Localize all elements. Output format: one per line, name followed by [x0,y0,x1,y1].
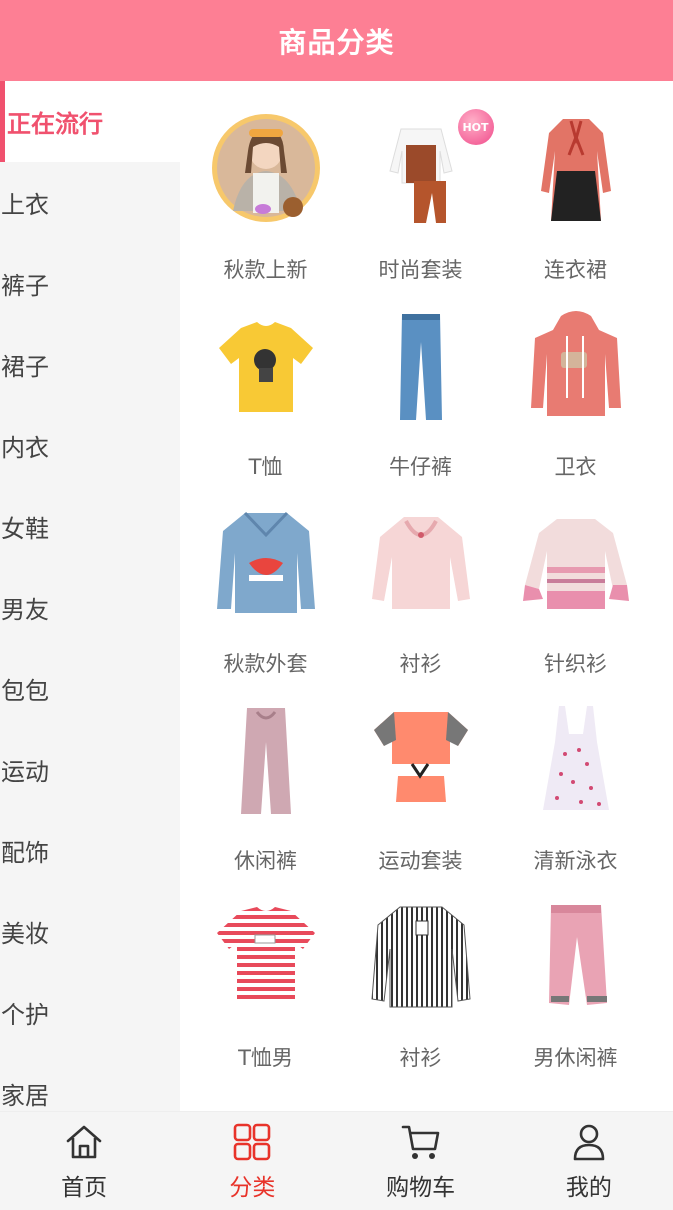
sidebar-item-tops[interactable]: 上衣 [0,162,180,243]
sport-set-image [366,702,476,817]
sidebar-item-label: 内衣 [1,434,49,462]
user-icon [573,1124,605,1161]
sidebar-item-personal-care[interactable]: 个护 [0,972,180,1053]
grid-item-label: 衬衫 [399,652,442,676]
tab-label: 分类 [229,1175,276,1201]
hot-badge: HOT [457,109,494,145]
grid-item-label: 针织衫 [544,652,607,676]
grid-item-label: 衬衫 [399,1046,442,1070]
sidebar-item-boyfriend[interactable]: 男友 [0,567,180,648]
tab-label: 首页 [61,1175,108,1201]
sidebar-item-accessories[interactable]: 配饰 [0,810,180,891]
knit-sweater-image [521,505,631,620]
striped-shirt-image [366,899,476,1014]
grid-item-label: 清新泳衣 [533,849,618,873]
category-icon [234,1123,271,1161]
sidebar-item-skirts[interactable]: 裙子 [0,324,180,405]
grid-item[interactable]: T恤 [188,308,343,505]
sidebar-item-label: 家居 [1,1082,49,1110]
subcategory-grid: 秋款上新 HOT 时尚套装 连衣裙 T恤 牛仔裤 卫衣 秋款外套 衬衫 针织衫 … [188,109,658,1096]
sidebar-item-label: 个护 [1,1001,49,1029]
sidebar-item-label: 运动 [1,758,49,786]
grid-item[interactable]: 衬衫 [343,505,498,702]
tab-home[interactable]: 首页 [0,1112,168,1210]
sidebar-item-label: 上衣 [1,191,49,219]
grid-item[interactable]: HOT 时尚套装 [343,109,498,308]
page-header: 商品分类 [0,0,673,81]
tab-label: 我的 [565,1175,612,1201]
dress-image [521,111,631,226]
cart-icon [401,1125,439,1159]
sidebar-item-home[interactable]: 家居 [0,1053,180,1111]
grid-item[interactable]: 针织衫 [498,505,653,702]
grid-item[interactable]: 运动套装 [343,702,498,899]
grid-item[interactable]: 清新泳衣 [498,702,653,899]
grid-item-label: 连衣裙 [544,258,607,282]
sidebar-item-womens-shoes[interactable]: 女鞋 [0,486,180,567]
girl-portrait-image [211,111,321,226]
grid-item[interactable]: 衬衫 [343,899,498,1096]
striped-tshirt-image [211,899,321,1014]
sidebar-item-label: 配饰 [1,839,49,867]
page-title: 商品分类 [278,25,395,59]
grid-item[interactable]: 卫衣 [498,308,653,505]
grid-item[interactable]: 牛仔裤 [343,308,498,505]
grid-item-label: T恤 [248,455,283,479]
sidebar-item-makeup[interactable]: 美妆 [0,891,180,972]
grid-item[interactable]: 秋款外套 [188,505,343,702]
sidebar-item-label: 女鞋 [1,515,49,543]
sidebar-item-sports[interactable]: 运动 [0,729,180,810]
sidebar-item-label: 男友 [1,596,49,624]
sidebar-item-label: 正在流行 [7,110,103,138]
grid-item-label: 秋款上新 [223,258,308,282]
grid-item-label: 牛仔裤 [389,455,452,479]
sidebar-item-trending[interactable]: 正在流行 [0,81,180,162]
category-content[interactable]: 秋款上新 HOT 时尚套装 连衣裙 T恤 牛仔裤 卫衣 秋款外套 衬衫 针织衫 … [180,81,673,1111]
denim-jacket-image [211,505,321,620]
casual-pants-image [211,702,321,817]
grid-item-label: 时尚套装 [378,258,463,282]
grid-item[interactable]: 休闲裤 [188,702,343,899]
sidebar-item-bags[interactable]: 包包 [0,648,180,729]
grid-item[interactable]: T恤男 [188,899,343,1096]
hoodie-image [521,308,631,423]
mens-pants-image [521,899,631,1014]
sidebar-item-label: 美妆 [1,920,49,948]
sidebar-item-underwear[interactable]: 内衣 [0,405,180,486]
grid-item-label: 运动套装 [378,849,463,873]
sidebar-item-pants[interactable]: 裤子 [0,243,180,324]
grid-item-label: 男休闲裤 [533,1046,618,1070]
sidebar-item-label: 裤子 [1,272,49,300]
tab-cart[interactable]: 购物车 [337,1112,505,1210]
sidebar-item-label: 包包 [1,677,49,705]
pink-blouse-image [366,505,476,620]
category-sidebar[interactable]: 正在流行 上衣 裤子 裙子 内衣 女鞋 男友 包包 运动 配饰 美妆 个护 家居 [0,81,180,1111]
tab-category[interactable]: 分类 [168,1112,336,1210]
outfit-set-image: HOT [366,109,494,226]
grid-item-label: 休闲裤 [234,849,297,873]
swimsuit-image [521,702,631,817]
grid-item[interactable]: 连衣裙 [498,111,653,308]
grid-item-label: T恤男 [238,1046,293,1070]
tab-label: 购物车 [386,1175,456,1201]
sidebar-item-label: 裙子 [1,353,49,381]
yellow-tshirt-image [211,308,321,423]
grid-item[interactable]: 男休闲裤 [498,899,653,1096]
jeans-image [366,308,476,423]
bottom-tab-bar: 首页 分类 购物车 我的 [0,1111,673,1210]
home-icon [66,1125,102,1159]
grid-item-label: 秋款外套 [223,652,308,676]
grid-item-label: 卫衣 [554,455,597,479]
tab-profile[interactable]: 我的 [505,1112,673,1210]
grid-item[interactable]: 秋款上新 [188,111,343,308]
